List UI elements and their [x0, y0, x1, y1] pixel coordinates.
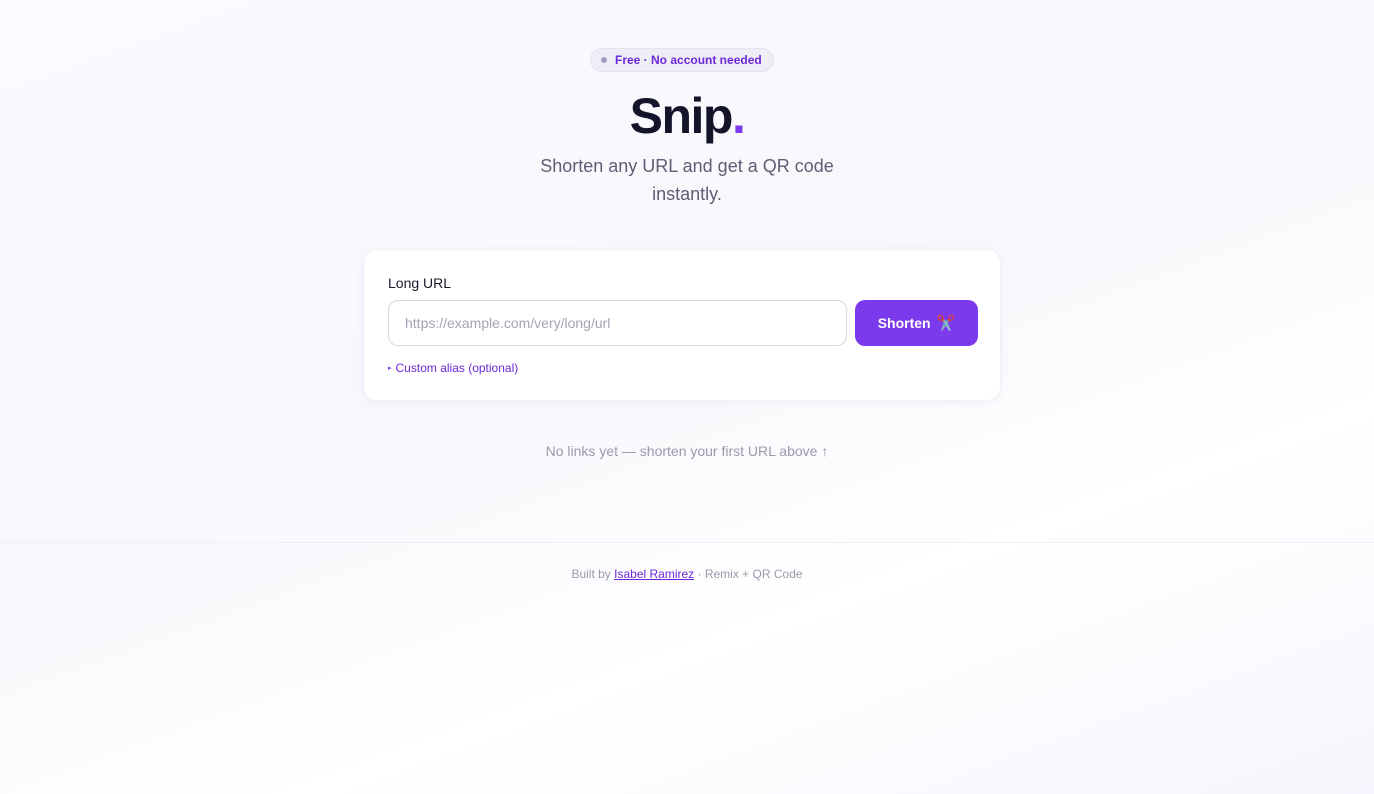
logo-text: Snip — [629, 88, 734, 144]
long-url-input[interactable] — [388, 300, 847, 346]
footer-prefix: Built by — [571, 567, 615, 581]
footer: Built by Isabel Ramirez · Remix + QR Cod… — [0, 567, 1374, 581]
tagline: Shorten any URL and get a QR code instan… — [540, 156, 834, 204]
free-badge: Free · No account needed — [590, 48, 774, 72]
logo: Snip. — [0, 86, 1374, 146]
footer-suffix: · Remix + QR Code — [694, 567, 803, 581]
logo-dot: . — [731, 88, 746, 144]
shorten-card: Long URL Shorten ✂️ ▸ Custom alias (opti… — [363, 249, 1001, 401]
author-link[interactable]: Isabel Ramirez — [614, 567, 694, 581]
footer-divider — [0, 542, 1374, 543]
custom-alias-label: Custom alias (optional) — [395, 361, 519, 375]
badge-text: Free · No account needed — [615, 53, 762, 67]
custom-alias-toggle[interactable]: ▸ Custom alias (optional) — [388, 361, 518, 375]
long-url-label: Long URL — [388, 275, 452, 291]
badge-dot-icon — [601, 57, 607, 63]
scissors-icon: ✂️ — [936, 315, 956, 332]
empty-state-message: No links yet — shorten your first URL ab… — [545, 443, 829, 459]
disclosure-triangle-icon: ▸ — [388, 365, 392, 372]
shorten-button[interactable]: Shorten ✂️ — [855, 300, 978, 346]
shorten-button-label: Shorten — [877, 315, 931, 331]
